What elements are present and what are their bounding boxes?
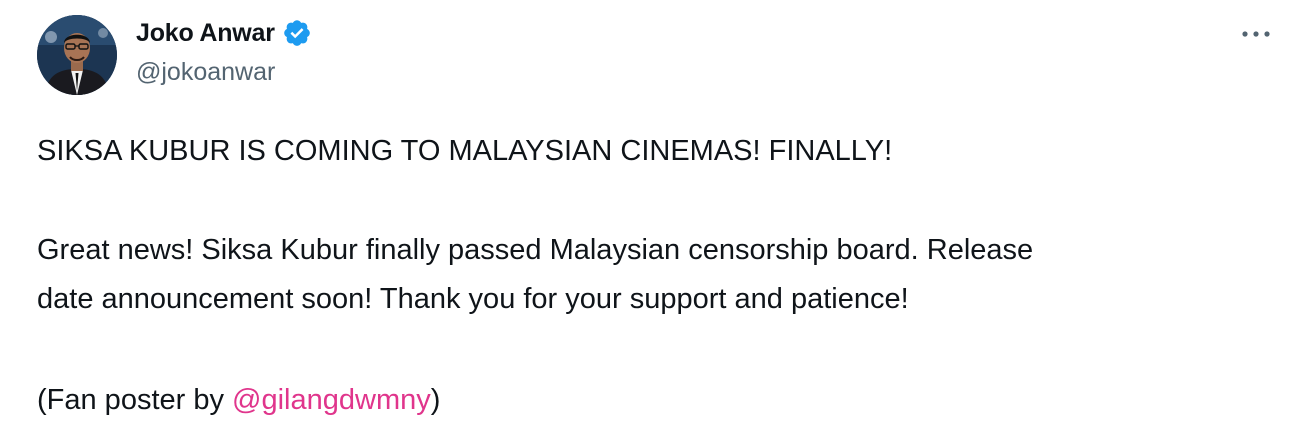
tweet-paragraph-line-2: date announcement soon! Thank you for yo… (37, 283, 909, 315)
tweet-headline: SIKSA KUBUR IS COMING TO MALAYSIAN CINEM… (37, 135, 893, 167)
mention-link[interactable]: @gilangdwmny (232, 384, 431, 416)
avatar[interactable] (37, 15, 117, 95)
tweet-paragraph-line-1: Great news! Siksa Kubur finally passed M… (37, 234, 1034, 266)
tweet-credit: (Fan poster by @gilangdwmny) (37, 377, 440, 423)
tweet-card: Joko Anwar @jokoanwar SIKSA KUBUR IS COM… (0, 0, 1300, 445)
verified-badge-icon (282, 18, 312, 48)
credit-prefix: (Fan poster by (37, 384, 233, 416)
author-name-row: Joko Anwar (136, 16, 312, 50)
author-handle[interactable]: @jokoanwar (136, 58, 275, 87)
avatar-image (37, 15, 117, 95)
author-display-name[interactable]: Joko Anwar (136, 19, 275, 48)
more-horizontal-icon (1242, 31, 1270, 37)
more-options-button[interactable] (1236, 20, 1276, 48)
credit-suffix: ) (430, 384, 441, 416)
